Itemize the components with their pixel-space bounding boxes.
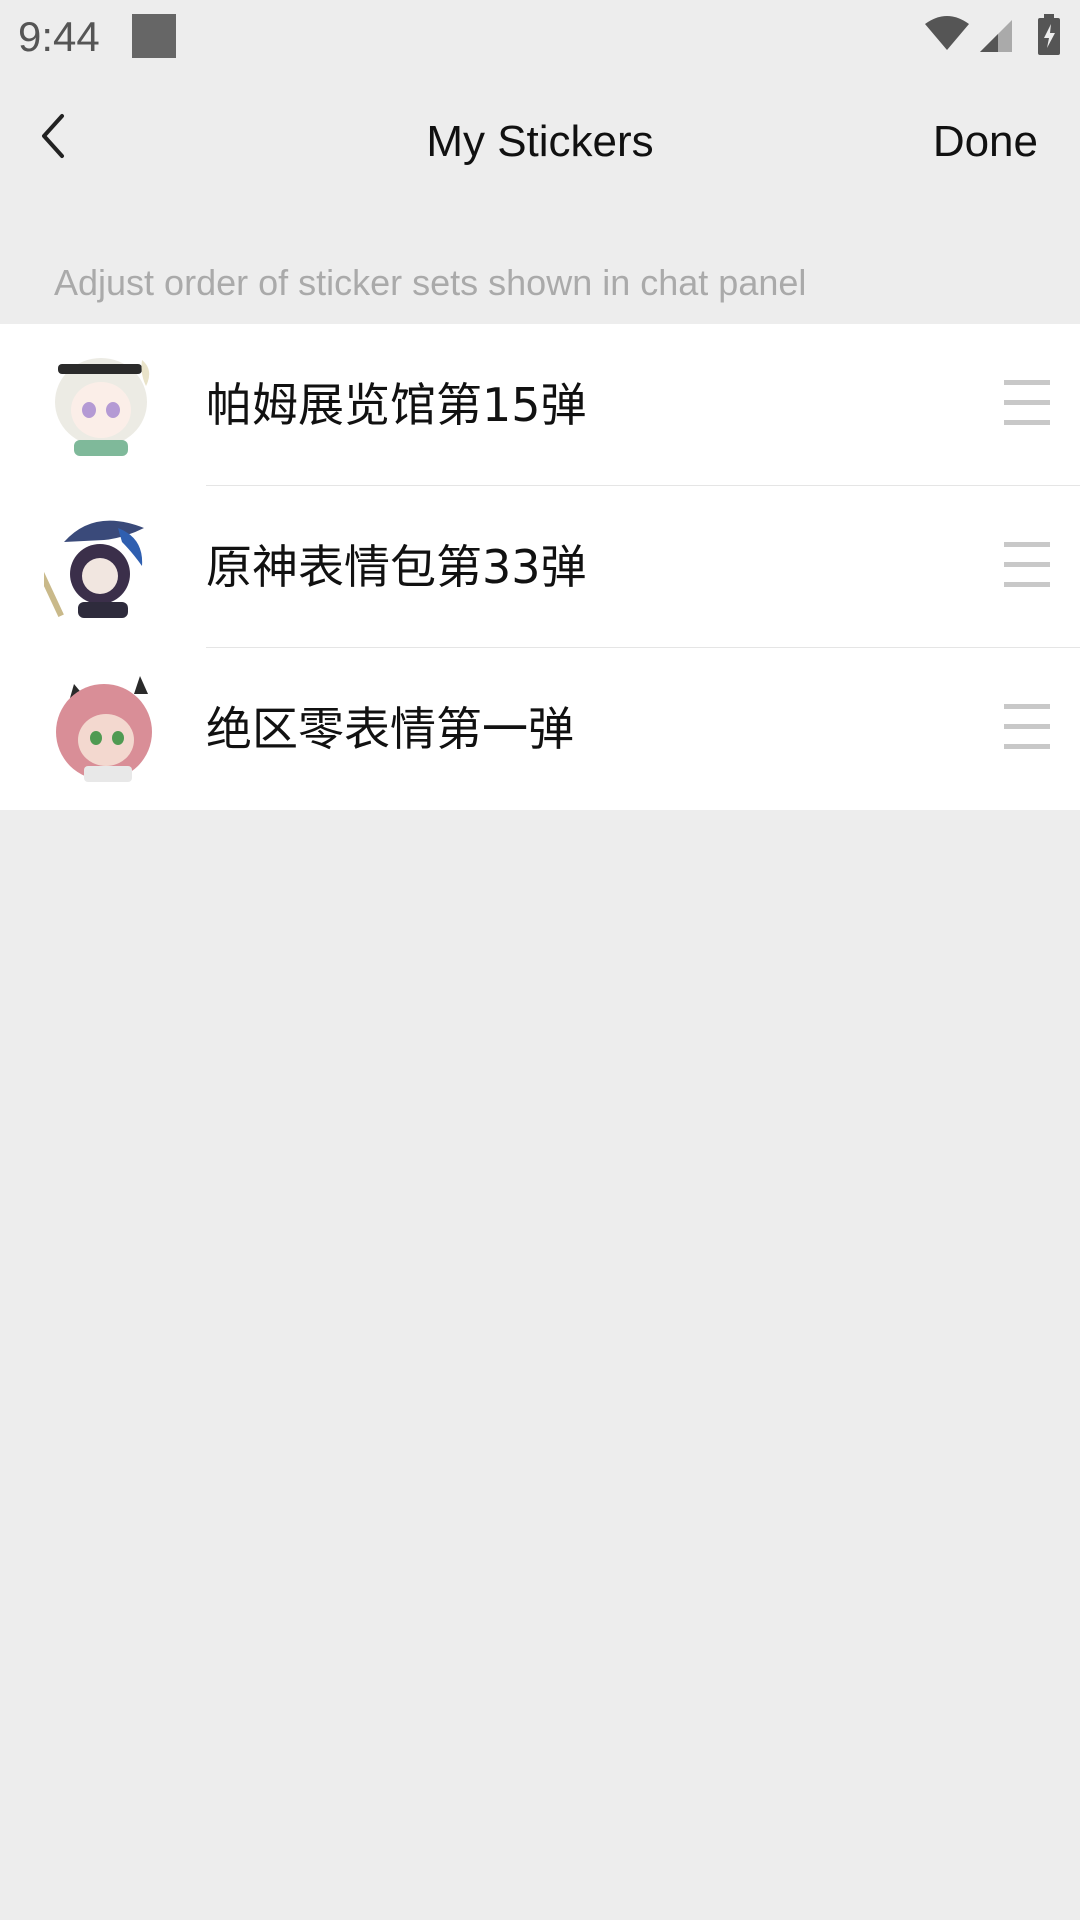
page-title: My Stickers [426, 117, 654, 166]
status-time: 9:44 [18, 13, 100, 60]
signal-icon [978, 18, 1014, 59]
sticker-set-name: 帕姆展览馆第15弹 [206, 378, 587, 432]
battery-charging-icon [1036, 14, 1062, 61]
app-notification-icon [132, 14, 176, 58]
sticker-set-item[interactable]: 帕姆展览馆第15弹 [0, 324, 1080, 486]
sticker-set-list: 帕姆展览馆第15弹 原神表情包第33弹 绝区零表情第一弹 [0, 324, 1080, 810]
status-bar: 9:44 [0, 0, 1080, 74]
wifi-icon [924, 16, 970, 57]
sticker-set-name: 绝区零表情第一弹 [206, 702, 574, 756]
sticker-thumb-dark-hair-hat [44, 520, 144, 618]
drag-handle-icon[interactable] [1004, 704, 1050, 752]
chevron-left-icon [42, 114, 64, 158]
sticker-set-name: 原神表情包第33弹 [206, 540, 587, 594]
order-hint: Adjust order of sticker sets shown in ch… [54, 262, 807, 303]
drag-handle-icon[interactable] [1004, 380, 1050, 428]
nav-bar: My Stickers Done [0, 74, 1080, 204]
back-button[interactable] [20, 96, 90, 176]
drag-handle-icon[interactable] [1004, 542, 1050, 590]
done-button[interactable]: Done [933, 112, 1038, 172]
sticker-set-item[interactable]: 原神表情包第33弹 [0, 486, 1080, 648]
sticker-set-item[interactable]: 绝区零表情第一弹 [0, 648, 1080, 810]
sticker-thumb-pink-hair-girl [56, 676, 152, 782]
sticker-thumb-white-hair-girl [55, 358, 150, 456]
